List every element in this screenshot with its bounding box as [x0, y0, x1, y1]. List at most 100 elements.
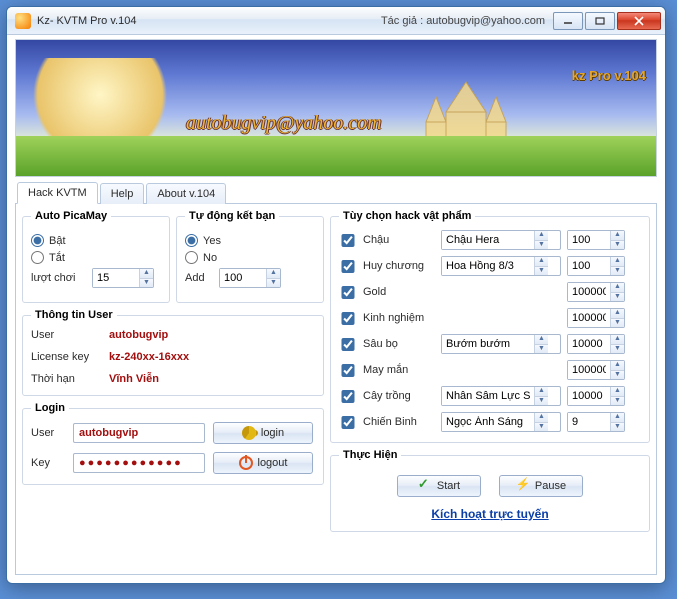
maximize-icon	[595, 17, 605, 25]
chevron-down-icon[interactable]: ▼	[611, 422, 624, 432]
login-key-input[interactable]: ●●●●●●●●●●●●	[73, 453, 205, 473]
start-button[interactable]: Start	[397, 475, 481, 497]
chevron-up-icon[interactable]: ▲	[611, 361, 624, 370]
item-select-input[interactable]	[442, 335, 534, 353]
pause-button[interactable]: Pause	[499, 475, 583, 497]
chevron-up-icon[interactable]: ▲	[535, 231, 548, 240]
login-user-input[interactable]	[73, 423, 205, 443]
item-checkbox[interactable]	[339, 234, 357, 247]
chevron-up-icon[interactable]: ▲	[535, 335, 548, 344]
chevron-down-icon[interactable]: ▼	[611, 396, 624, 406]
item-select[interactable]: ▲▼	[441, 230, 561, 250]
user-label: User	[31, 329, 109, 341]
item-checkbox[interactable]	[339, 416, 357, 429]
chevron-up-icon[interactable]: ▲	[611, 413, 624, 422]
item-checkbox[interactable]	[339, 390, 357, 403]
maximize-button[interactable]	[585, 12, 615, 30]
chevron-down-icon[interactable]: ▼	[611, 240, 624, 250]
hack-items-legend: Tùy chọn hack vật phẩm	[339, 210, 475, 222]
picamay-on-radio[interactable]: Bật	[31, 234, 66, 247]
friend-add-spinner[interactable]: ▲▼	[219, 268, 281, 288]
chevron-up-icon[interactable]: ▲	[611, 231, 624, 240]
close-button[interactable]	[617, 12, 661, 30]
item-amount-spinner[interactable]: ▲▼	[567, 282, 625, 302]
chevron-down-icon[interactable]: ▼	[611, 266, 624, 276]
chevron-up-icon[interactable]: ▲	[611, 283, 624, 292]
chevron-down-icon[interactable]: ▼	[611, 318, 624, 328]
chevron-down-icon[interactable]: ▼	[611, 344, 624, 354]
key-icon	[242, 426, 256, 440]
play-count-spinner[interactable]: ▲▼	[92, 268, 154, 288]
chevron-down-icon[interactable]: ▼	[535, 422, 548, 432]
item-checkbox[interactable]	[339, 312, 357, 325]
expiry-label: Thời hạn	[31, 373, 109, 385]
tab-help[interactable]: Help	[100, 183, 145, 204]
item-amount-input[interactable]	[568, 257, 610, 275]
friend-no-radio[interactable]: No	[185, 251, 217, 264]
item-amount-input[interactable]	[568, 361, 610, 379]
item-select-input[interactable]	[442, 387, 534, 405]
item-checkbox[interactable]	[339, 286, 357, 299]
item-select[interactable]: ▲▼	[441, 256, 561, 276]
item-amount-spinner[interactable]: ▲▼	[567, 308, 625, 328]
expiry-value: Vĩnh Viễn	[109, 373, 315, 385]
item-amount-spinner[interactable]: ▲▼	[567, 386, 625, 406]
chevron-up-icon[interactable]: ▲	[140, 269, 153, 278]
item-amount-input[interactable]	[568, 387, 610, 405]
item-checkbox[interactable]	[339, 260, 357, 273]
right-column: Tùy chọn hack vật phẩm Chậu▲▼▲▼Huy chươn…	[330, 210, 650, 568]
chevron-up-icon[interactable]: ▲	[535, 257, 548, 266]
item-select[interactable]: ▲▼	[441, 334, 561, 354]
tab-about[interactable]: About v.104	[146, 183, 226, 204]
chevron-down-icon[interactable]: ▼	[611, 370, 624, 380]
auto-friend-group: Tự động kết bạn Yes No	[176, 210, 324, 303]
item-label: May mắn	[363, 364, 435, 376]
item-amount-spinner[interactable]: ▲▼	[567, 412, 625, 432]
item-label: Huy chương	[363, 260, 435, 272]
item-checkbox[interactable]	[339, 338, 357, 351]
item-select[interactable]: ▲▼	[441, 412, 561, 432]
item-amount-input[interactable]	[568, 231, 610, 249]
chevron-down-icon[interactable]: ▼	[535, 396, 548, 406]
chevron-up-icon[interactable]: ▲	[535, 413, 548, 422]
activate-link[interactable]: Kích hoạt trực tuyến	[431, 507, 548, 521]
item-select[interactable]: ▲▼	[441, 386, 561, 406]
friend-yes-radio[interactable]: Yes	[185, 234, 221, 247]
execute-group: Thực Hiện Start Pause Kích hoạt trực tuy…	[330, 449, 650, 532]
item-checkbox[interactable]	[339, 364, 357, 377]
chevron-down-icon[interactable]: ▼	[267, 278, 280, 288]
item-select-input[interactable]	[442, 257, 534, 275]
item-amount-spinner[interactable]: ▲▼	[567, 360, 625, 380]
item-select-input[interactable]	[442, 413, 534, 431]
login-button[interactable]: login	[213, 422, 313, 444]
chevron-up-icon[interactable]: ▲	[267, 269, 280, 278]
chevron-up-icon[interactable]: ▲	[611, 257, 624, 266]
item-amount-input[interactable]	[568, 283, 610, 301]
item-amount-spinner[interactable]: ▲▼	[567, 230, 625, 250]
item-select-input[interactable]	[442, 231, 534, 249]
chevron-up-icon[interactable]: ▲	[535, 387, 548, 396]
bolt-icon	[516, 479, 530, 493]
item-amount-input[interactable]	[568, 309, 610, 327]
banner-version: kz Pro v.104	[572, 68, 646, 83]
play-count-input[interactable]	[93, 269, 139, 287]
chevron-down-icon[interactable]: ▼	[535, 240, 548, 250]
picamay-off-radio[interactable]: Tắt	[31, 251, 65, 264]
chevron-up-icon[interactable]: ▲	[611, 309, 624, 318]
item-amount-input[interactable]	[568, 413, 610, 431]
item-label: Gold	[363, 286, 435, 298]
friend-add-input[interactable]	[220, 269, 266, 287]
chevron-down-icon[interactable]: ▼	[535, 266, 548, 276]
item-amount-spinner[interactable]: ▲▼	[567, 256, 625, 276]
user-info-legend: Thông tin User	[31, 309, 117, 321]
logout-button[interactable]: logout	[213, 452, 313, 474]
chevron-down-icon[interactable]: ▼	[611, 292, 624, 302]
item-amount-spinner[interactable]: ▲▼	[567, 334, 625, 354]
tab-hack-kvtm[interactable]: Hack KVTM	[17, 182, 98, 204]
minimize-button[interactable]	[553, 12, 583, 30]
chevron-down-icon[interactable]: ▼	[140, 278, 153, 288]
chevron-down-icon[interactable]: ▼	[535, 344, 548, 354]
chevron-up-icon[interactable]: ▲	[611, 335, 624, 344]
item-amount-input[interactable]	[568, 335, 610, 353]
chevron-up-icon[interactable]: ▲	[611, 387, 624, 396]
